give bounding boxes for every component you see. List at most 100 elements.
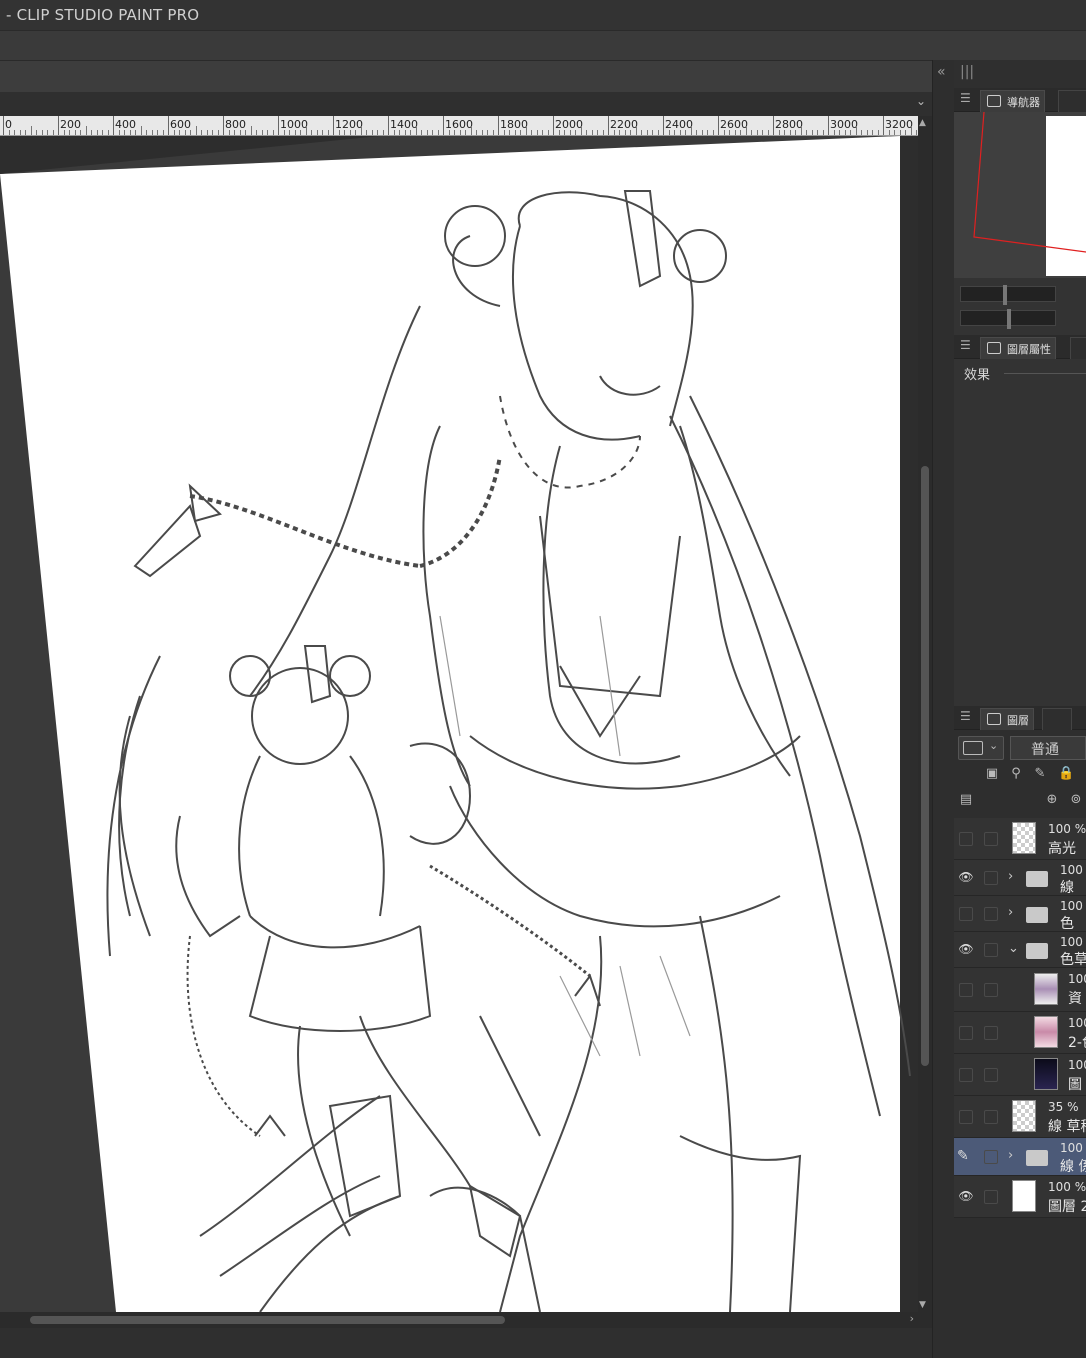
tab-layer-property[interactable]: 圖層屬性 (980, 337, 1056, 359)
layer-select-checkbox[interactable] (984, 1068, 998, 1082)
ruler-minor-tick (217, 130, 219, 135)
layer-select-checkbox[interactable] (984, 1190, 998, 1204)
visibility-toggle[interactable] (959, 983, 973, 997)
zoom-slider-knob[interactable] (1003, 285, 1007, 305)
zoom-slider[interactable] (960, 285, 1056, 305)
tab-sub-view[interactable] (1058, 90, 1086, 112)
visibility-toggle[interactable] (959, 1026, 973, 1040)
ruler-minor-tick (261, 130, 263, 135)
new-layer-icon[interactable]: ⊕ (1044, 792, 1060, 808)
ruler-minor-tick (19, 130, 21, 135)
layer-thumbnail (1034, 1016, 1058, 1048)
visibility-toggle[interactable] (959, 907, 973, 921)
horizontal-scroll-thumb[interactable] (30, 1316, 505, 1324)
eye-icon[interactable]: 👁 (957, 870, 975, 884)
ruler-minor-tick (641, 130, 642, 135)
chevron-down-icon[interactable]: ⌄ (916, 94, 926, 108)
horizontal-scrollbar[interactable]: › (0, 1312, 918, 1328)
layer-select-checkbox[interactable] (984, 832, 998, 846)
visibility-toggle[interactable] (959, 1110, 973, 1124)
clip-layer-icon[interactable]: ▣ (984, 766, 1000, 782)
layer-opacity: 100 (1068, 1058, 1086, 1072)
ruler-minor-tick (696, 130, 697, 135)
scroll-down-icon[interactable]: ▼ (919, 1300, 926, 1310)
panel-menu-icon[interactable]: ☰ (960, 338, 971, 352)
layer-row[interactable]: 35 % 線 草稿 (954, 1096, 1086, 1138)
layer-select-checkbox[interactable] (984, 943, 998, 957)
ruler-minor-tick (80, 130, 81, 135)
layer-select-checkbox[interactable] (984, 907, 998, 921)
visibility-toggle[interactable] (959, 1068, 973, 1082)
layer-row-selected[interactable]: ✎ › 100 線 係 (954, 1138, 1086, 1176)
panel-menu-icon[interactable]: ☰ (960, 709, 971, 723)
panel-menu-icon[interactable]: ☰ (960, 91, 971, 105)
ruler-minor-tick (877, 130, 879, 135)
vertical-scrollbar[interactable]: ▲ ▼ (918, 116, 932, 1312)
layer-list-icon[interactable]: ▤ (958, 792, 974, 808)
chevron-down-icon[interactable]: ⌄ (1008, 941, 1019, 956)
scroll-right-icon[interactable]: › (910, 1312, 914, 1325)
layer-select-checkbox[interactable] (984, 871, 998, 885)
canvas-artwork[interactable] (0, 136, 918, 1312)
layer-color-button[interactable]: ⌄ (958, 736, 1004, 760)
chevron-right-icon[interactable]: › (1008, 869, 1013, 884)
reference-layer-icon[interactable]: ⚲ (1008, 766, 1024, 782)
rotate-slider-knob[interactable] (1007, 309, 1011, 329)
ruler-minor-tick (657, 130, 659, 135)
ruler-minor-tick (399, 130, 400, 135)
ruler-minor-tick (613, 130, 615, 135)
layer-row[interactable]: 100 % 高光 (954, 818, 1086, 860)
layer-row[interactable]: 100 圖 (954, 1054, 1086, 1096)
tab-navigator[interactable]: 導航器 (980, 90, 1045, 112)
chevron-right-icon[interactable]: › (1008, 1148, 1013, 1163)
layer-select-checkbox[interactable] (984, 1150, 998, 1164)
layer-row[interactable]: 👁 ⌄ 100 色草 (954, 932, 1086, 968)
ruler-minor-tick (872, 130, 873, 135)
layer-row[interactable]: 👁 › 100 線 (954, 860, 1086, 896)
ruler-minor-tick (245, 130, 246, 135)
layer-select-checkbox[interactable] (984, 1110, 998, 1124)
layer-row[interactable]: › 100 色 (954, 896, 1086, 932)
new-vector-layer-icon[interactable]: ⊚ (1068, 792, 1084, 808)
ruler-minor-tick (844, 130, 846, 135)
ruler-major-tick (718, 116, 719, 135)
layer-row[interactable]: 👁 100 % 圖層 2 (954, 1176, 1086, 1218)
ruler-minor-tick (382, 130, 384, 135)
eye-icon[interactable]: 👁 (957, 942, 975, 956)
collapse-panels-icon[interactable]: « (937, 64, 946, 80)
navigator-preview[interactable] (954, 112, 1086, 278)
eye-icon[interactable]: 👁 (957, 1189, 975, 1203)
layer-row[interactable]: 100 2-色 (954, 1012, 1086, 1054)
chevron-right-icon[interactable]: › (1008, 905, 1013, 920)
ruler-minor-tick (85, 126, 87, 135)
scroll-up-icon[interactable]: ▲ (919, 118, 926, 128)
ruler-minor-tick (822, 130, 824, 135)
layer-select-checkbox[interactable] (984, 983, 998, 997)
ruler-minor-tick (377, 130, 378, 135)
layer-row[interactable]: 100 資 (954, 968, 1086, 1012)
ruler-minor-tick (784, 130, 785, 135)
layer-opacity: 100 (1060, 935, 1083, 949)
tab-layer[interactable]: 圖層 (980, 708, 1034, 730)
ruler-minor-tick (360, 126, 362, 135)
ruler-minor-tick (96, 130, 98, 135)
ruler-minor-tick (415, 126, 417, 135)
lock-icon[interactable]: 🔒 (1058, 766, 1074, 782)
canvas-area[interactable] (0, 136, 918, 1312)
tab-secondary[interactable] (1070, 337, 1086, 359)
ruler-minor-tick (234, 130, 235, 135)
panel-dock-divider[interactable]: « (932, 60, 954, 1358)
layer-select-checkbox[interactable] (984, 1026, 998, 1040)
ruler-minor-tick (74, 130, 76, 135)
ruler-minor-tick (899, 130, 901, 135)
grip-icon[interactable]: ||| (960, 64, 974, 80)
vertical-scroll-thumb[interactable] (921, 466, 929, 1066)
draft-layer-icon[interactable]: ✎ (1032, 766, 1048, 782)
tab-layer-property-label: 圖層屬性 (1007, 343, 1051, 356)
rotate-slider[interactable] (960, 309, 1056, 329)
ruler-minor-tick (52, 130, 54, 135)
tab-history[interactable] (1042, 708, 1072, 730)
blend-mode-select[interactable]: 普通 (1010, 736, 1086, 760)
ruler-minor-tick (542, 130, 543, 135)
visibility-toggle[interactable] (959, 832, 973, 846)
